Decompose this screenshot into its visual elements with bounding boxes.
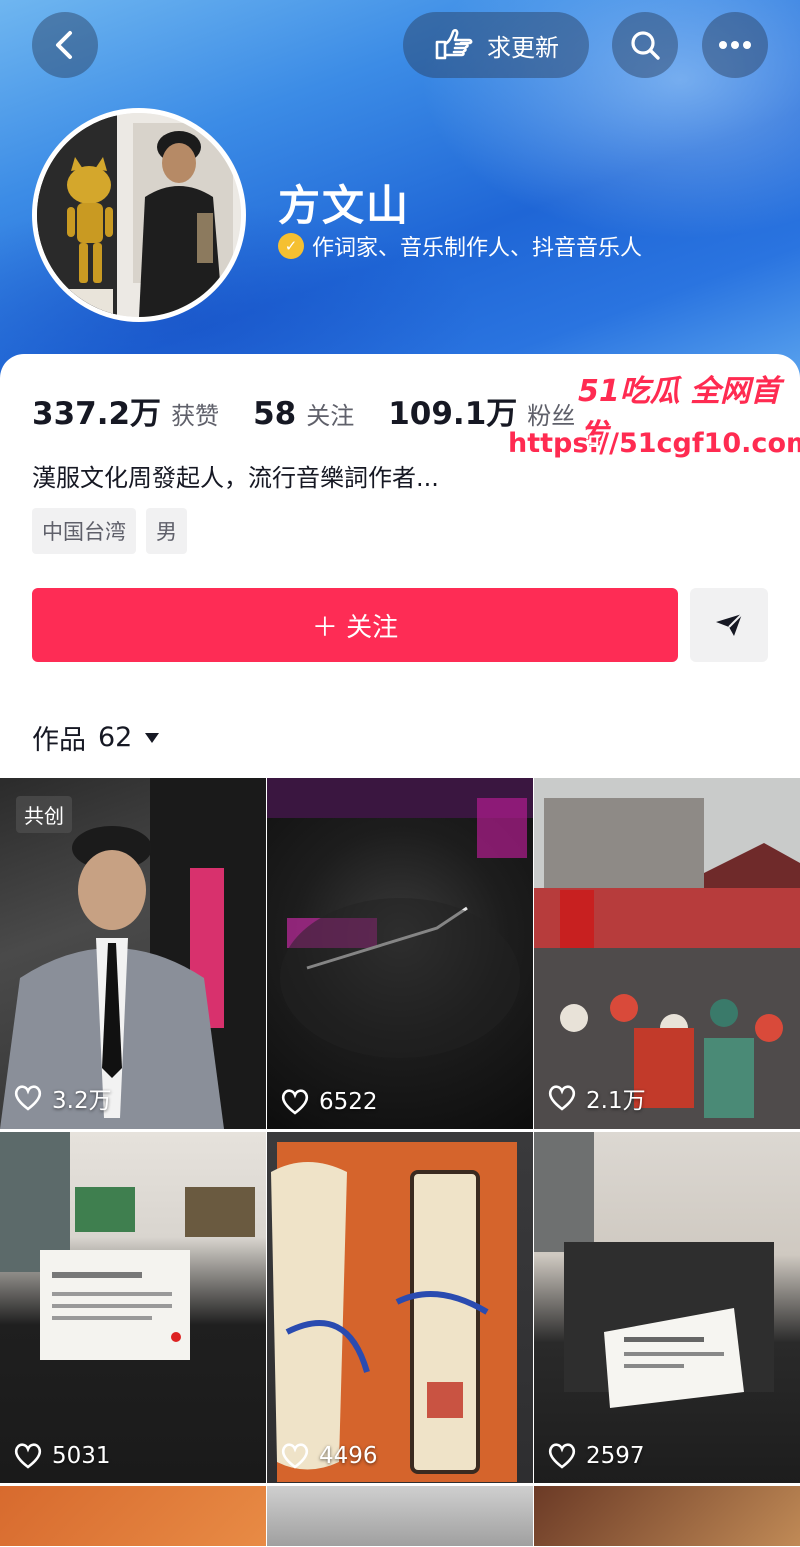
avatar-photo [37,113,241,317]
video-likes: 4496 [281,1443,378,1469]
heart-icon [548,1443,576,1469]
video-cover [534,778,800,1129]
likes-count: 2.1万 [586,1088,646,1114]
stats-row: 337.2万 获赞 58 关注 109.1万 粉丝 [32,388,609,433]
heart-icon [281,1443,309,1469]
watermark-url: https://51cgf10.com [508,428,800,459]
share-button[interactable] [690,588,768,662]
tag-list: 中国台湾 男 [32,508,187,554]
works-tab-label: 作品 [32,725,86,756]
likes-count: 3.2万 [52,1088,112,1114]
likes-count: 2597 [586,1443,645,1469]
likes-count: 337.2万 [32,396,162,432]
followers-count[interactable]: 109.1万 [388,388,517,433]
avatar[interactable] [32,108,246,322]
video-thumbnail[interactable]: 2.1万 [534,778,800,1129]
video-likes: 3.2万 [14,1081,112,1115]
heart-icon [14,1085,42,1111]
video-likes: 5031 [14,1443,111,1469]
following-count[interactable]: 58 [253,396,296,432]
co-create-badge: 共创 [16,796,72,833]
likes-count: 6522 [319,1089,378,1115]
video-thumbnail[interactable]: 共创 3.2万 [0,778,266,1129]
video-likes: 2.1万 [548,1081,646,1115]
request-update-label: 求更新 [487,33,559,62]
works-tab-count: 62 [98,722,133,753]
back-button[interactable] [32,12,98,78]
video-thumbnail[interactable] [0,1486,266,1546]
likes-label: 获赞 [171,402,220,430]
video-likes: 6522 [281,1089,378,1115]
following-label[interactable]: 关注 [306,396,354,431]
video-cover [271,1142,517,1482]
verified-text: 作词家、音乐制作人、抖音音乐人 [312,236,643,261]
send-icon [716,613,743,636]
video-cover [0,1132,255,1360]
video-thumbnail[interactable] [534,1486,800,1546]
search-icon [631,31,660,60]
video-thumbnail[interactable]: 2597 [534,1132,800,1483]
video-cover [267,778,533,1058]
video-thumbnail[interactable]: 6522 [267,778,533,1129]
location-tag: 中国台湾 [32,508,136,554]
request-update-button[interactable]: 求更新 [403,12,589,78]
likes-count: 4496 [319,1443,378,1469]
heart-icon [281,1089,309,1115]
follow-button-label: ＋ 关注 [311,612,399,643]
chevron-left-icon [56,31,72,59]
username: 方文山 [278,181,411,230]
caret-down-icon [145,732,160,743]
search-button[interactable] [612,12,678,78]
profile-header: 求更新 方文山 ✓ 作词家、音乐制作人、抖音音乐人 [0,0,800,380]
video-likes: 2597 [548,1443,645,1469]
video-grid: 共创 3.2万 6522 2.1万 5031 4496 2597 [0,778,800,1546]
heart-icon [14,1443,42,1469]
followers-label[interactable]: 粉丝 [527,396,575,431]
video-cover [534,1132,774,1408]
pointing-hand-icon [435,28,473,60]
gender-tag: 男 [146,508,187,554]
tab-works[interactable]: 作品 62 [32,718,160,757]
heart-icon [548,1085,576,1111]
more-icon [719,41,751,49]
more-button[interactable] [702,12,768,78]
bio-text[interactable]: 漢服文化周發起人，流行音樂詞作者... [32,458,439,493]
follow-button[interactable]: ＋ 关注 [32,588,678,662]
video-thumbnail[interactable]: 5031 [0,1132,266,1483]
video-thumbnail[interactable] [267,1486,533,1546]
likes-count: 5031 [52,1443,111,1469]
video-thumbnail[interactable]: 4496 [267,1132,533,1483]
verified-icon: ✓ [278,233,304,259]
verification-line: ✓ 作词家、音乐制作人、抖音音乐人 [278,230,642,262]
